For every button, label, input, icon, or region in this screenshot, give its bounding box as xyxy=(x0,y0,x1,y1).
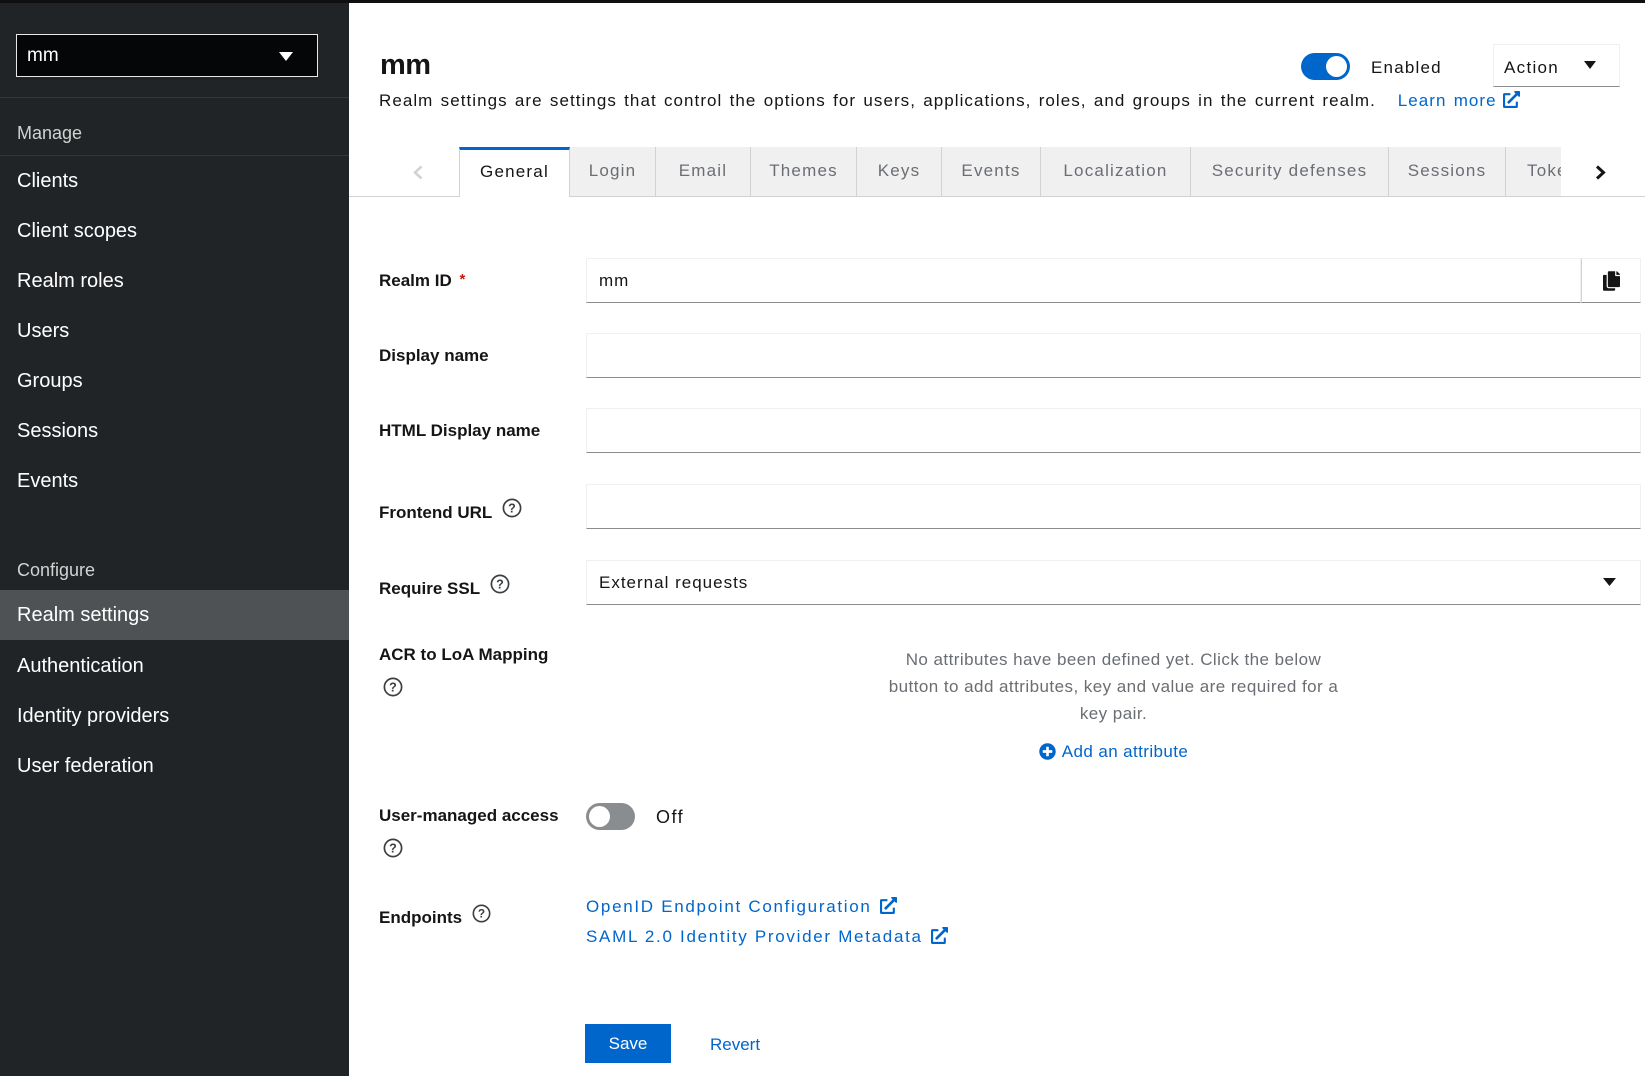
svg-text:?: ? xyxy=(508,501,516,515)
svg-text:?: ? xyxy=(389,841,397,855)
svg-text:?: ? xyxy=(478,907,485,921)
svg-text:?: ? xyxy=(496,577,504,591)
svg-text:?: ? xyxy=(389,680,397,694)
